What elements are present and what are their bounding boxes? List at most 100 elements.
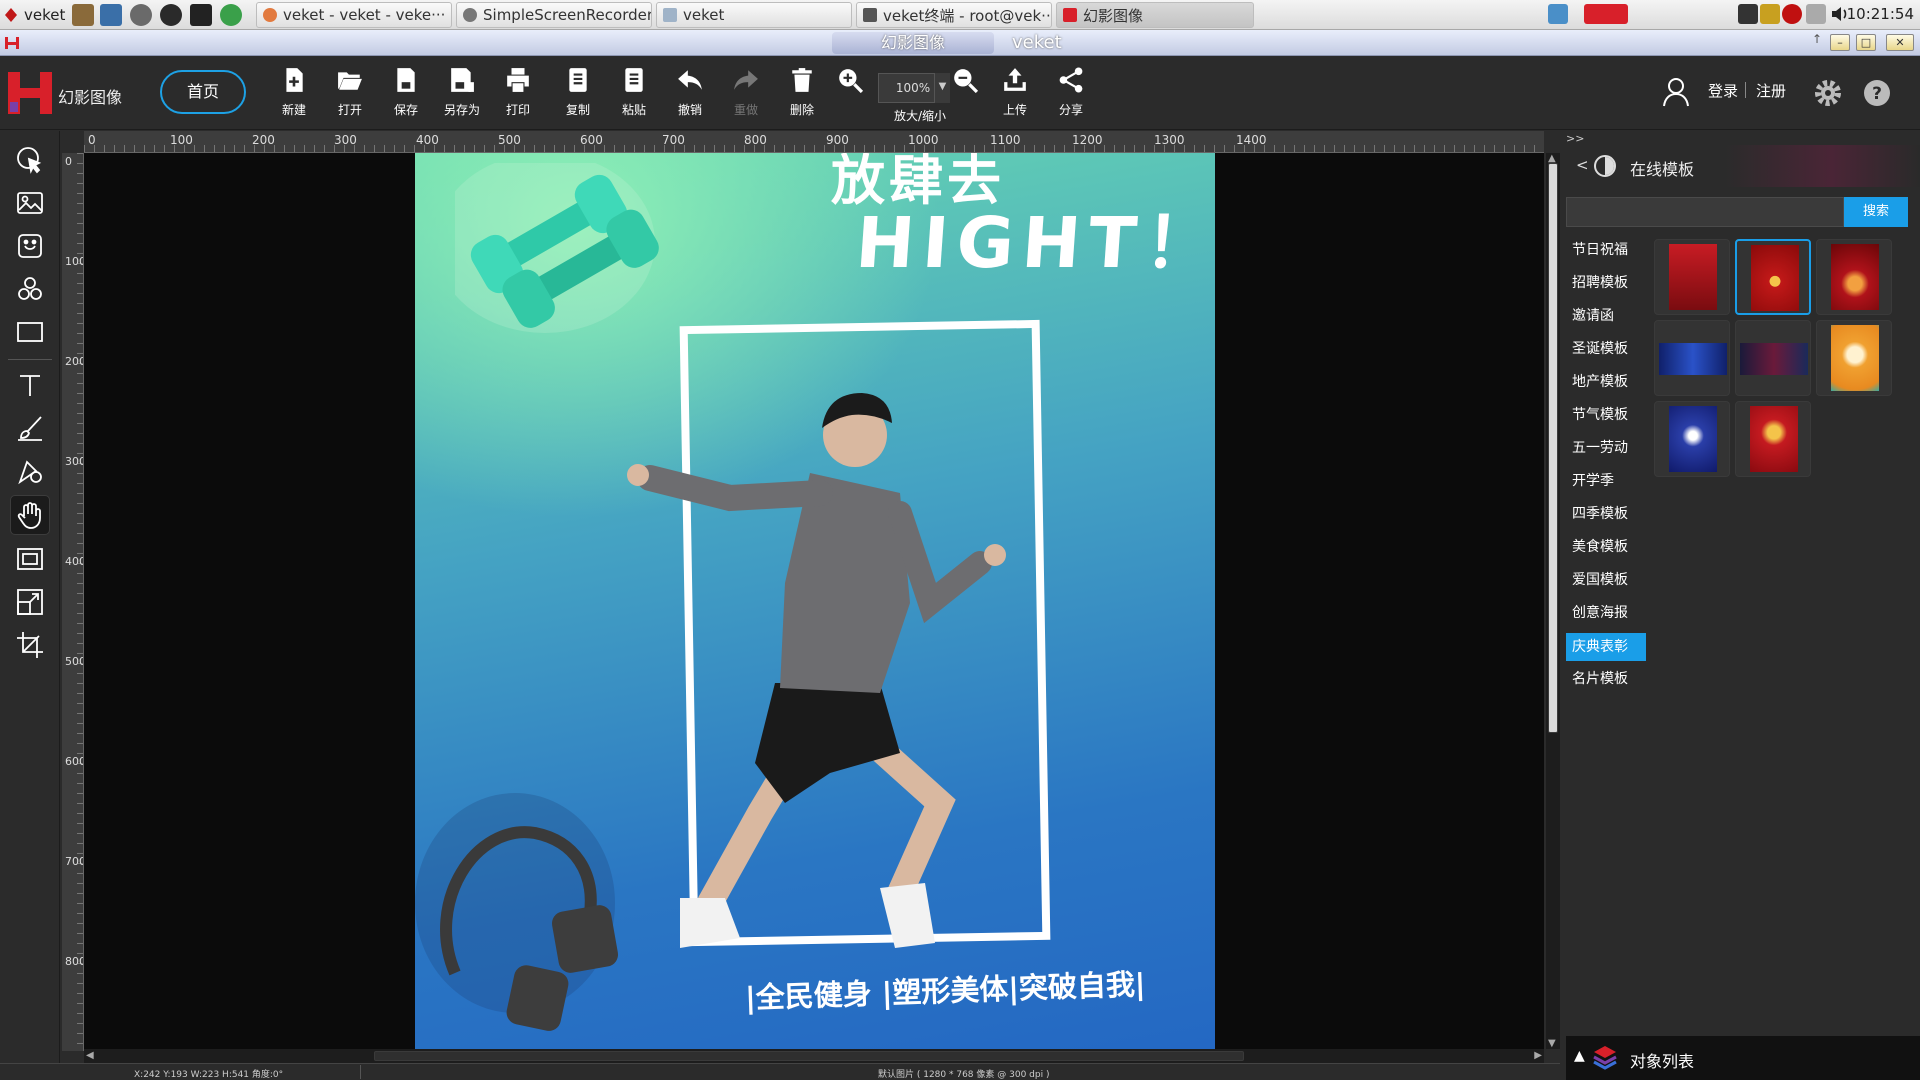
category-item[interactable]: 四季模板 [1566,499,1646,532]
tray-network-icon[interactable] [1548,4,1568,24]
undo-button[interactable]: 撤销 [665,67,715,123]
rectangle-tool[interactable] [10,312,50,352]
scroll-down-arrow-icon[interactable]: ▼ [1548,1038,1556,1049]
expand-triangle-icon[interactable]: ▲ [1574,1048,1585,1064]
image-tool[interactable] [10,183,50,223]
select-tool[interactable] [10,140,50,180]
tray-drive-icon[interactable] [1806,4,1826,24]
task-veket-folder[interactable]: veket [656,2,852,28]
template-search-input[interactable] [1566,197,1844,227]
quicklaunch-globe-icon[interactable] [220,4,242,26]
object-list-bar[interactable]: ▲ 对象列表 [1566,1036,1920,1080]
pin-icon[interactable]: ↑ [1812,32,1822,46]
vertical-scroll-thumb[interactable] [1548,163,1558,733]
category-item[interactable]: 地产模板 [1566,367,1646,400]
task-huanying[interactable]: 幻影图像 [1056,2,1254,28]
document-info: 默认图片 ( 1280 * 768 像素 @ 300 dpi ) [878,1070,1050,1080]
horizontal-scroll-thumb[interactable] [374,1051,1244,1061]
category-item[interactable]: 美食模板 [1566,532,1646,565]
category-item[interactable]: 创意海报 [1566,598,1646,631]
help-icon[interactable]: ? [1862,78,1892,108]
share-button[interactable]: 分享 [1046,67,1096,123]
maximize-button[interactable]: □ [1856,34,1876,51]
pointer-select-icon [17,147,42,174]
poster-slogan[interactable]: |全民健身 |塑形美体|突破自我| [744,961,1146,1017]
quicklaunch-monitor-icon[interactable] [100,4,122,26]
task-veket-browser[interactable]: veket - veket - veke··· [256,2,452,28]
category-item[interactable]: 五一劳动 [1566,433,1646,466]
template-thumbnail[interactable] [1654,401,1730,477]
task-screen-recorder[interactable]: SimpleScreenRecorder [456,2,652,28]
paste-button[interactable]: 粘贴 [609,67,659,123]
pen-tool[interactable] [10,451,50,491]
save-button[interactable]: 保存 [381,67,431,123]
template-thumbnail[interactable] [1654,320,1730,396]
settings-gear-icon[interactable] [1813,78,1843,108]
tray-record-icon[interactable] [1782,4,1802,24]
tray-battery-icon[interactable] [1760,4,1780,24]
category-item-selected[interactable]: 庆典表彰 [1566,633,1646,661]
copy-button[interactable]: 复制 [553,67,603,123]
back-chevron-icon[interactable]: < [1576,156,1589,174]
category-item[interactable]: 名片模板 [1566,664,1646,697]
image-icon [17,192,43,214]
category-item[interactable]: 节日祝福 [1566,235,1646,268]
brush-tool[interactable] [10,408,50,448]
poster-canvas[interactable]: 放肆去 HIGHT！ |全民健身 |塑形美体|突破自我| [415,153,1215,1049]
hand-tool[interactable] [10,495,50,535]
dumbbell-image[interactable] [455,163,665,343]
poster-title-line1[interactable]: 放肆去 [831,153,1005,209]
category-item[interactable]: 节气模板 [1566,400,1646,433]
search-button[interactable]: 搜索 [1844,197,1908,227]
close-button[interactable]: ✕ [1886,34,1914,51]
quicklaunch-terminal-icon[interactable] [190,4,212,26]
canvas-area[interactable]: 放肆去 HIGHT！ |全民健身 |塑形美体|突破自我| [84,153,1544,1049]
fit-screen-tool[interactable] [10,539,50,579]
delete-button[interactable]: 删除 [777,67,827,123]
save-as-button[interactable]: 另存为 [437,67,487,123]
template-thumbnail[interactable] [1654,239,1730,315]
text-tool[interactable] [10,365,50,405]
print-button[interactable]: 打印 [493,67,543,123]
runner-image[interactable] [610,383,1050,963]
shapes-tool[interactable] [10,269,50,309]
poster-title-line2[interactable]: HIGHT！ [853,202,1215,284]
tray-app-icon[interactable] [1584,4,1628,24]
open-button[interactable]: 打开 [325,67,375,123]
headphones-image[interactable] [415,793,625,1049]
minimize-button[interactable]: – [1830,34,1850,51]
horizontal-scrollbar[interactable]: ◀ ▶ [84,1049,1544,1063]
category-item[interactable]: 圣诞模板 [1566,334,1646,367]
category-item[interactable]: 爱国模板 [1566,565,1646,598]
redo-button[interactable]: 重做 [721,67,771,123]
tray-monitor-icon[interactable] [1738,4,1758,24]
sticker-tool[interactable] [10,226,50,266]
home-button[interactable]: 首页 [160,70,246,114]
panel-collapse-toggle[interactable]: >> [1566,132,1584,145]
template-thumbnail[interactable] [1735,401,1811,477]
template-thumbnail[interactable] [1816,320,1892,396]
category-item[interactable]: 开学季 [1566,466,1646,499]
ruler-label: 1300 [1154,133,1185,147]
login-link[interactable]: 登录 [1708,80,1738,101]
start-menu-button[interactable]: veket [4,3,65,27]
new-button[interactable]: 新建 [269,67,319,123]
quicklaunch-settings-icon[interactable] [130,4,152,26]
crop-tool[interactable] [10,625,50,665]
user-icon[interactable] [1662,77,1690,107]
scroll-left-arrow-icon[interactable]: ◀ [86,1050,94,1061]
register-link[interactable]: 注册 [1756,80,1786,101]
task-terminal[interactable]: veket终端 - root@vek··· [856,2,1052,28]
upload-button[interactable]: 上传 [990,67,1040,123]
category-item[interactable]: 邀请函 [1566,301,1646,334]
zoom-in-button[interactable] [830,67,870,123]
template-thumbnail[interactable] [1735,239,1811,315]
template-thumbnail[interactable] [1816,239,1892,315]
scroll-right-arrow-icon[interactable]: ▶ [1534,1050,1542,1061]
resize-tool[interactable] [10,582,50,622]
vertical-scrollbar[interactable]: ▲ ▼ [1546,153,1560,1049]
quicklaunch-play-icon[interactable] [160,4,182,26]
quicklaunch-brush-icon[interactable] [72,4,94,26]
template-thumbnail[interactable] [1735,320,1811,396]
category-item[interactable]: 招聘模板 [1566,268,1646,301]
